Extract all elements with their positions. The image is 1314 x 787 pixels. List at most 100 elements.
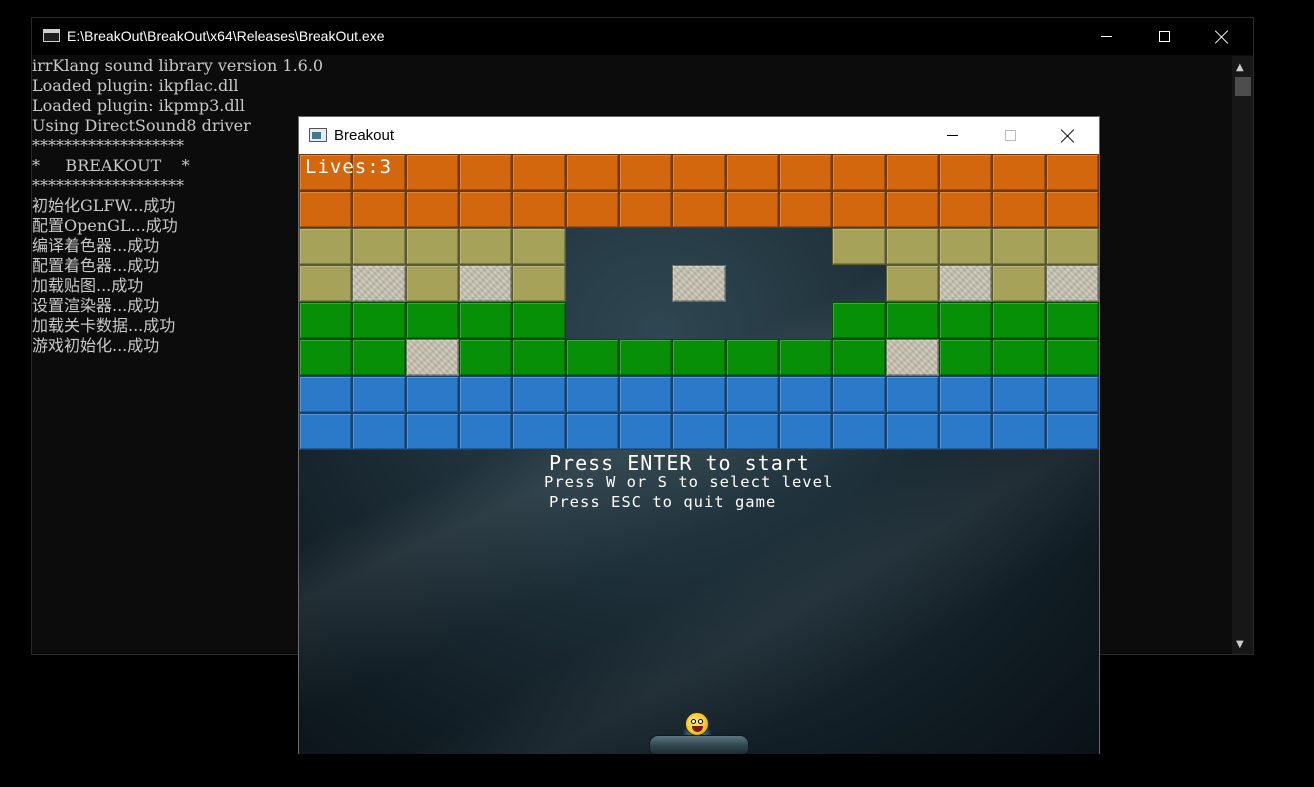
solid-brick <box>672 265 726 302</box>
brick <box>459 339 513 376</box>
brick <box>459 191 513 228</box>
brick <box>725 339 779 376</box>
game-window: Breakout Lives:3 Press ENTER to start Pr… <box>298 116 1100 754</box>
scroll-up-icon[interactable]: ▲ <box>1236 62 1244 73</box>
brick <box>832 339 886 376</box>
maximize-icon <box>1004 130 1016 141</box>
solid-brick <box>405 339 459 376</box>
start-prompt: Press ENTER to start <box>549 451 810 475</box>
brick <box>1045 413 1099 450</box>
brick <box>299 339 353 376</box>
brick <box>725 191 779 228</box>
solid-brick <box>1045 265 1099 302</box>
console-scrollbar[interactable]: ▲ ▼ <box>1232 56 1253 654</box>
brick <box>1045 302 1099 339</box>
brick <box>405 265 459 302</box>
brick <box>672 339 726 376</box>
brick <box>939 228 993 265</box>
brick <box>405 228 459 265</box>
brick <box>885 228 939 265</box>
console-line: Loaded plugin: ikpmp3.dll <box>32 96 245 115</box>
brick <box>832 228 886 265</box>
brick <box>299 302 353 339</box>
brick <box>459 376 513 413</box>
brick <box>885 302 939 339</box>
brick <box>832 191 886 228</box>
brick <box>619 154 673 191</box>
brick <box>885 376 939 413</box>
game-close-button[interactable] <box>1039 117 1097 154</box>
brick <box>672 154 726 191</box>
brick <box>885 154 939 191</box>
brick <box>512 376 566 413</box>
brick <box>939 339 993 376</box>
brick <box>352 302 406 339</box>
brick <box>779 376 833 413</box>
game-viewport[interactable]: Lives:3 Press ENTER to start Press W or … <box>299 154 1099 754</box>
lives-counter: Lives:3 <box>305 156 393 178</box>
brick <box>565 191 619 228</box>
brick <box>619 339 673 376</box>
brick <box>992 339 1046 376</box>
quit-prompt: Press ESC to quit game <box>549 493 777 511</box>
brick <box>992 376 1046 413</box>
game-maximize-button <box>981 117 1039 154</box>
brick <box>832 302 886 339</box>
brick <box>512 265 566 302</box>
brick <box>512 228 566 265</box>
console-title: E:\BreakOut\BreakOut\x64\Releases\BreakO… <box>67 28 385 44</box>
console-minimize-button[interactable] <box>1077 18 1135 55</box>
console-maximize-button[interactable] <box>1135 18 1193 55</box>
brick <box>459 154 513 191</box>
brick <box>512 191 566 228</box>
brick <box>405 302 459 339</box>
brick <box>405 376 459 413</box>
brick <box>992 191 1046 228</box>
scroll-thumb[interactable] <box>1235 77 1251 96</box>
brick <box>939 191 993 228</box>
brick <box>512 413 566 450</box>
brick <box>619 191 673 228</box>
ball-face-icon <box>685 712 709 736</box>
brick <box>939 376 993 413</box>
brick <box>405 413 459 450</box>
game-title: Breakout <box>334 127 395 144</box>
ball-eye <box>691 719 696 724</box>
console-app-icon <box>43 29 60 42</box>
solid-brick <box>885 339 939 376</box>
brick <box>725 413 779 450</box>
player-paddle <box>649 735 749 754</box>
scroll-down-icon[interactable]: ▼ <box>1236 639 1244 650</box>
solid-brick <box>939 265 993 302</box>
brick <box>1045 191 1099 228</box>
brick <box>619 413 673 450</box>
game-titlebar[interactable]: Breakout <box>299 117 1099 154</box>
maximize-icon <box>1158 31 1170 42</box>
console-close-button[interactable] <box>1193 18 1251 55</box>
brick <box>992 302 1046 339</box>
brick <box>1045 228 1099 265</box>
brick <box>299 191 353 228</box>
console-line: irrKlang sound library version 1.6.0 <box>32 56 324 75</box>
brick <box>299 265 353 302</box>
brick <box>992 413 1046 450</box>
brick <box>885 413 939 450</box>
brick <box>725 154 779 191</box>
game-minimize-button[interactable] <box>923 117 981 154</box>
brick <box>405 191 459 228</box>
brick <box>672 191 726 228</box>
brick <box>939 302 993 339</box>
brick <box>565 413 619 450</box>
brick <box>459 228 513 265</box>
game-app-icon <box>309 128 327 142</box>
brick <box>1045 376 1099 413</box>
brick <box>725 376 779 413</box>
brick <box>299 413 353 450</box>
brick <box>352 228 406 265</box>
brick <box>299 376 353 413</box>
console-titlebar[interactable]: E:\BreakOut\BreakOut\x64\Releases\BreakO… <box>32 18 1253 55</box>
close-icon <box>1215 30 1229 44</box>
brick <box>565 376 619 413</box>
level-select-prompt: Press W or S to select level <box>544 473 834 491</box>
ball-eye <box>698 719 703 724</box>
